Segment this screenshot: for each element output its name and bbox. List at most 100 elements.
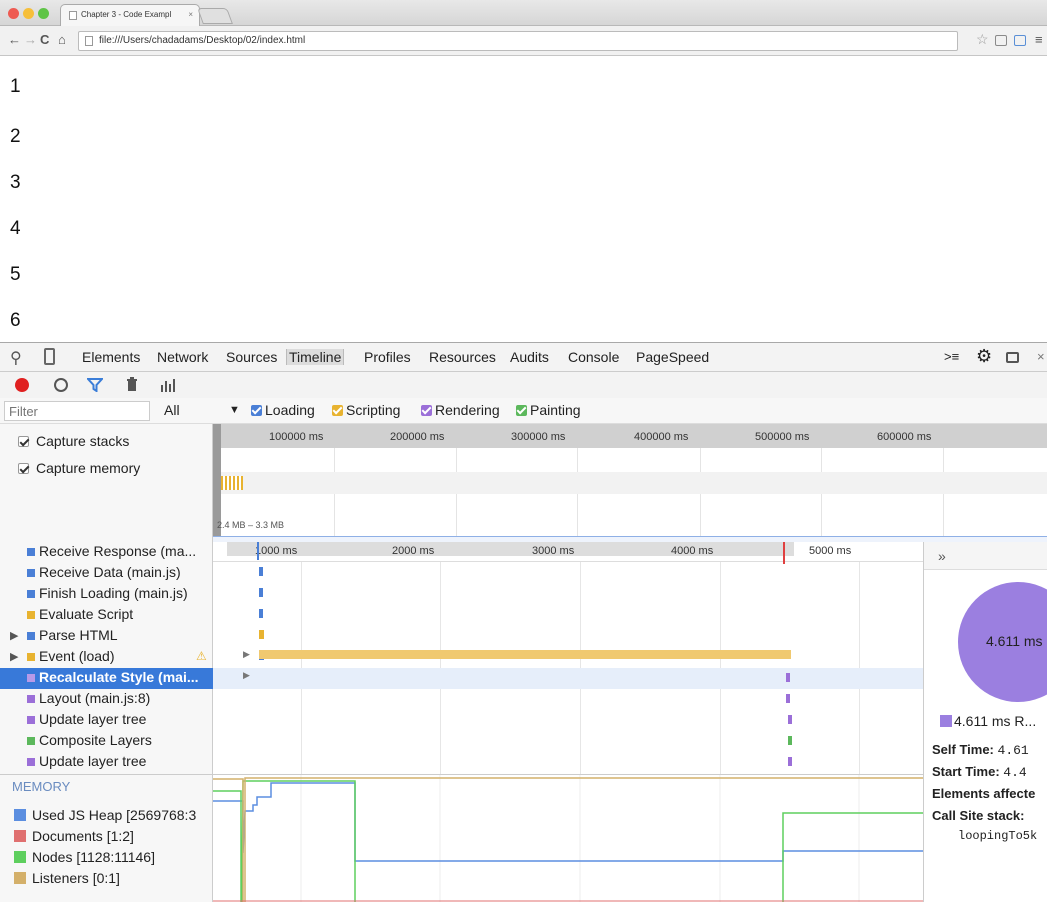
bookmark-star-icon[interactable]: ☆ [976, 31, 989, 48]
tab-close-icon[interactable]: × [188, 5, 193, 25]
record-row[interactable]: Layout (main.js:8) [0, 689, 213, 710]
ruler-tick: 4000 ms [671, 545, 714, 557]
record-row[interactable]: Evaluate Script [0, 605, 213, 626]
page-icon [69, 11, 77, 20]
category-scripting-checkbox[interactable]: Scripting [332, 402, 400, 418]
tab-console[interactable]: Console [568, 349, 619, 365]
tab-audits[interactable]: Audits [510, 349, 549, 365]
category-label: Loading [265, 402, 315, 418]
call-site-function[interactable]: loopingTo5k [958, 829, 1037, 843]
zoom-window-button[interactable] [38, 8, 49, 19]
tab-timeline[interactable]: Timeline [286, 349, 345, 365]
call-site-label: Call Site stack: [932, 808, 1025, 823]
load-event-marker [783, 542, 785, 564]
show-console-icon[interactable]: >≡ [944, 349, 959, 364]
extension-icon[interactable] [995, 35, 1007, 46]
self-time-row: Self Time: 4.61 [932, 742, 1029, 758]
new-tab-button[interactable] [197, 8, 233, 24]
frames-view-icon[interactable] [160, 378, 178, 392]
category-loading-checkbox[interactable]: Loading [251, 402, 315, 418]
record-row[interactable]: ▶ Parse HTML [0, 626, 213, 647]
tab-pagespeed[interactable]: PageSpeed [636, 349, 709, 365]
filter-all-dropdown[interactable]: All [164, 402, 180, 418]
record-label: Receive Data (main.js) [39, 564, 181, 580]
tab-network[interactable]: Network [157, 349, 208, 365]
expand-triangle-icon[interactable]: ▶ [243, 649, 250, 660]
record-row[interactable]: Update layer tree [0, 752, 213, 773]
record-row[interactable]: ▶ Event (load) ⚠ [0, 647, 213, 668]
expand-triangle-icon[interactable]: ▶ [10, 650, 18, 663]
category-rendering-checkbox[interactable]: Rendering [421, 402, 500, 418]
timeline-overview[interactable]: 100000 ms 200000 ms 300000 ms 400000 ms … [213, 424, 1047, 542]
call-site-row: Call Site stack: [932, 808, 1025, 823]
memory-series-js-heap[interactable]: Used JS Heap [2569768:3 [14, 807, 196, 823]
selection-start-marker[interactable] [257, 542, 259, 560]
js-heap-line [213, 782, 923, 862]
capture-memory-checkbox[interactable]: Capture memory [18, 460, 140, 476]
record-row[interactable]: Composite Layers [0, 731, 213, 752]
record-bar-recalculate-style[interactable] [786, 673, 790, 682]
pie-legend: 4.611 ms R... [940, 713, 1036, 729]
tab-resources[interactable]: Resources [429, 349, 496, 365]
memory-series-listeners[interactable]: Listeners [0:1] [14, 870, 120, 886]
checkbox-icon [332, 405, 343, 416]
expand-triangle-icon[interactable]: ▶ [243, 670, 250, 681]
tab-elements[interactable]: Elements [82, 349, 140, 365]
device-mode-icon[interactable] [44, 348, 55, 365]
extension-icon[interactable] [1014, 35, 1026, 46]
record-bar-event-load[interactable] [259, 650, 791, 659]
capture-stacks-checkbox[interactable]: Capture stacks [18, 433, 129, 449]
selected-row-highlight [213, 668, 923, 689]
category-painting-checkbox[interactable]: Painting [516, 402, 581, 418]
record-bar-composite-layers[interactable] [788, 736, 792, 745]
home-icon[interactable]: ⌂ [58, 32, 66, 47]
dock-icon[interactable] [1006, 352, 1019, 363]
record-row[interactable]: Receive Data (main.js) [0, 563, 213, 584]
filter-icon[interactable] [87, 378, 103, 392]
record-label: Update layer tree [39, 711, 147, 727]
detail-ruler: 1000 ms 2000 ms 3000 ms 4000 ms 5000 ms [213, 542, 923, 564]
record-bar-receive-data[interactable] [259, 588, 263, 597]
record-bar-finish-loading[interactable] [259, 609, 263, 618]
tab-profiles[interactable]: Profiles [364, 349, 411, 365]
record-bar-layout[interactable] [786, 694, 790, 703]
timeline-waterfall[interactable]: 1000 ms 2000 ms 3000 ms 4000 ms 5000 ms … [213, 542, 923, 774]
list-item: 4 [10, 218, 21, 239]
forward-icon[interactable]: → [24, 32, 37, 47]
record-bar-receive-response[interactable] [259, 567, 263, 576]
browser-tab[interactable]: Chapter 3 - Code Exampl × [60, 4, 200, 26]
start-time-row: Start Time: 4.4 [932, 764, 1027, 780]
record-color-swatch [27, 716, 35, 724]
clear-icon[interactable] [54, 378, 68, 392]
menu-icon[interactable]: ≡ [1035, 32, 1043, 47]
record-color-swatch [27, 632, 35, 640]
filter-input[interactable] [4, 401, 150, 421]
record-label: Event (load) [39, 648, 115, 664]
inspect-icon[interactable]: ⚲ [10, 348, 22, 368]
record-bar-update-layer-tree[interactable] [788, 715, 792, 724]
record-row[interactable]: Update layer tree [0, 710, 213, 731]
close-window-button[interactable] [8, 8, 19, 19]
record-color-swatch [27, 653, 35, 661]
record-bar-evaluate-script[interactable] [259, 630, 264, 639]
address-bar[interactable]: file:///Users/chadadams/Desktop/02/index… [78, 31, 958, 51]
settings-gear-icon[interactable]: ⚙ [976, 346, 992, 367]
list-item: 6 [10, 310, 21, 331]
expand-triangle-icon[interactable]: ▶ [10, 629, 18, 642]
record-button[interactable] [15, 378, 29, 392]
garbage-collect-icon[interactable] [126, 377, 138, 392]
minimize-window-button[interactable] [23, 8, 34, 19]
reload-icon[interactable]: C [40, 32, 49, 47]
memory-series-nodes[interactable]: Nodes [1128:11146] [14, 849, 155, 865]
record-row-selected[interactable]: Recalculate Style (mai... [0, 668, 213, 689]
back-icon[interactable]: ← [8, 32, 21, 47]
record-row[interactable]: Finish Loading (main.js) [0, 584, 213, 605]
record-row[interactable]: Receive Response (ma... [0, 542, 213, 563]
memory-series-documents[interactable]: Documents [1:2] [14, 828, 134, 844]
close-devtools-icon[interactable]: × [1037, 349, 1045, 364]
tab-sources[interactable]: Sources [226, 349, 277, 365]
collapse-triangle-icon[interactable]: ▼ [229, 404, 240, 416]
record-bar-update-layer-tree[interactable] [788, 757, 792, 766]
expand-details-button[interactable]: » [938, 548, 946, 564]
record-label: Receive Response (ma... [39, 543, 197, 559]
